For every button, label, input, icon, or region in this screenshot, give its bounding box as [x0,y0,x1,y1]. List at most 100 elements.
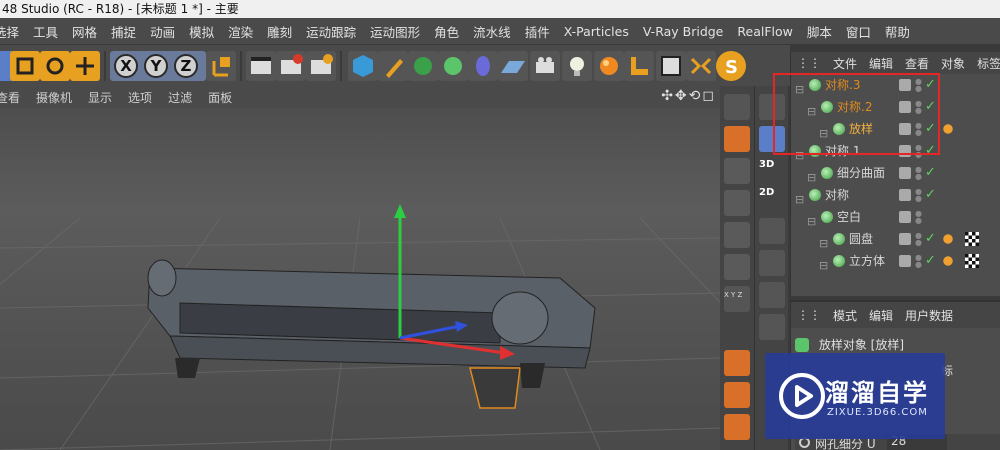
points-mode-icon[interactable] [724,94,750,120]
viewport-menu-item[interactable]: 显示 [80,89,120,106]
rotate-icon[interactable] [40,51,70,81]
grid-mode-icon[interactable] [724,158,750,184]
pen-icon[interactable] [378,51,408,81]
render-settings-icon[interactable] [306,51,336,81]
symmetry-icon[interactable] [686,51,716,81]
workplane-icon[interactable] [724,414,750,440]
menu-item[interactable]: V-Ray Bridge [636,24,731,39]
uv-mode-icon[interactable] [724,254,750,280]
model-mode-icon[interactable] [724,126,750,152]
menu-item[interactable]: 窗口 [839,22,878,41]
menu-item[interactable]: 流水线 [466,22,518,41]
phong-tag-icon[interactable] [941,232,955,246]
bulge-icon[interactable] [759,314,785,340]
script-icon[interactable]: S [716,51,746,81]
phong-tag-icon[interactable] [941,254,955,268]
object-menu-item[interactable]: 编辑 [863,55,899,72]
layer-icon[interactable] [899,167,911,179]
floor-icon[interactable] [498,51,528,81]
object-row[interactable]: ⊟ 空白 ● ● [791,206,1000,229]
tree-toggle-icon[interactable]: ⊟ [819,255,828,277]
menu-item[interactable]: X-Particles [557,24,636,39]
attribute-menu-item[interactable]: 模式 [827,307,863,324]
enabled-check-icon[interactable]: ✓ [925,250,936,272]
deformer-icon[interactable] [468,51,498,81]
axis-y-button[interactable]: Y [144,54,168,78]
menu-item[interactable]: 雕刻 [260,22,299,41]
object-menu-item[interactable]: 标签 [971,55,1000,72]
edges-mode-icon[interactable] [724,190,750,216]
menu-item[interactable]: 选择 [0,22,26,41]
layer-icon[interactable] [899,255,911,267]
menu-item[interactable]: 脚本 [800,22,839,41]
snap-icon[interactable] [724,382,750,408]
visibility-dots-icon[interactable]: ● ● [915,188,922,203]
cloner-icon[interactable] [438,51,468,81]
drag-handle-icon[interactable]: ⋮⋮ [791,308,827,322]
enabled-check-icon[interactable]: ✓ [925,228,936,250]
tag-icon[interactable] [624,51,654,81]
attribute-menu-item[interactable]: 用户数据 [899,307,959,324]
texture-tag-icon[interactable] [965,254,979,268]
viewport-menu-item[interactable]: 查看 [0,89,28,106]
layer-icon[interactable] [899,189,911,201]
object-row[interactable]: ⊟ 立方体 ● ● ✓ [791,250,1000,272]
viewport-navigation-icons[interactable]: ✣✥⟲◻ [661,88,716,104]
subdivision-icon[interactable] [408,51,438,81]
texture-tag-icon[interactable] [965,232,979,246]
axis-z-button[interactable]: Z [174,54,198,78]
bend-icon[interactable] [759,250,785,276]
menu-item[interactable]: 角色 [427,22,466,41]
render-picture-viewer-icon[interactable] [276,51,306,81]
drag-handle-icon[interactable]: ⋮⋮ [791,56,827,70]
menu-item[interactable]: 捕捉 [104,22,143,41]
viewport-menu-item[interactable]: 选项 [120,89,160,106]
cube-icon[interactable] [348,51,378,81]
object-menu-item[interactable]: 查看 [899,55,935,72]
object-menu-item[interactable]: 对象 [935,55,971,72]
render-view-icon[interactable] [246,51,276,81]
enabled-check-icon[interactable]: ✓ [925,162,936,184]
axis-x-button[interactable]: X [114,54,138,78]
pie-icon[interactable] [759,218,785,244]
twist-icon[interactable] [759,282,785,308]
object-row[interactable]: ⊟ 细分曲面 ● ● ✓ [791,162,1000,184]
object-menu-item[interactable]: 文件 [827,55,863,72]
2d-snap-icon[interactable]: 2D [759,184,785,210]
menu-item[interactable]: 运动跟踪 [299,22,363,41]
object-row[interactable]: ⊟ 圆盘 ● ● ✓ [791,228,1000,250]
menu-item[interactable]: 模拟 [182,22,221,41]
axis-mode-icon[interactable]: X Y Z [724,286,750,312]
polygon-mode-icon[interactable] [724,222,750,248]
phong-tag-icon[interactable] [941,122,955,136]
menu-item[interactable]: 网格 [65,22,104,41]
visibility-dots-icon[interactable]: ● ● [915,166,922,181]
menu-item[interactable]: 动画 [143,22,182,41]
menu-item[interactable]: 渲染 [221,22,260,41]
3d-snap-icon[interactable]: 3D [759,156,785,182]
material-icon[interactable] [594,51,624,81]
coordinate-system-icon[interactable] [206,51,236,81]
attribute-menu-item[interactable]: 编辑 [863,307,899,324]
viewport-menu-item[interactable]: 面板 [200,89,240,106]
visibility-dots-icon[interactable]: ● ● [915,232,922,247]
light-icon[interactable] [562,51,592,81]
sculpt-icon[interactable] [656,51,686,81]
3d-viewport[interactable] [0,108,720,450]
scale-icon[interactable] [10,51,40,81]
menu-item[interactable]: 运动图形 [363,22,427,41]
menu-item[interactable]: 工具 [26,22,65,41]
object-row[interactable]: ⊟ 对称 ● ● ✓ [791,184,1000,206]
visibility-dots-icon[interactable]: ● ● [915,210,922,225]
viewport-menu-item[interactable]: 摄像机 [28,89,80,106]
menu-item[interactable]: RealFlow [730,24,799,39]
menu-item[interactable]: 帮助 [878,22,917,41]
enabled-check-icon[interactable]: ✓ [925,184,936,206]
tweak-mode-icon[interactable] [724,350,750,376]
add-icon[interactable] [70,51,100,81]
camera-icon[interactable] [530,51,560,81]
menu-item[interactable]: 插件 [518,22,557,41]
layer-icon[interactable] [899,233,911,245]
viewport-menu-item[interactable]: 过滤 [160,89,200,106]
visibility-dots-icon[interactable]: ● ● [915,254,922,269]
